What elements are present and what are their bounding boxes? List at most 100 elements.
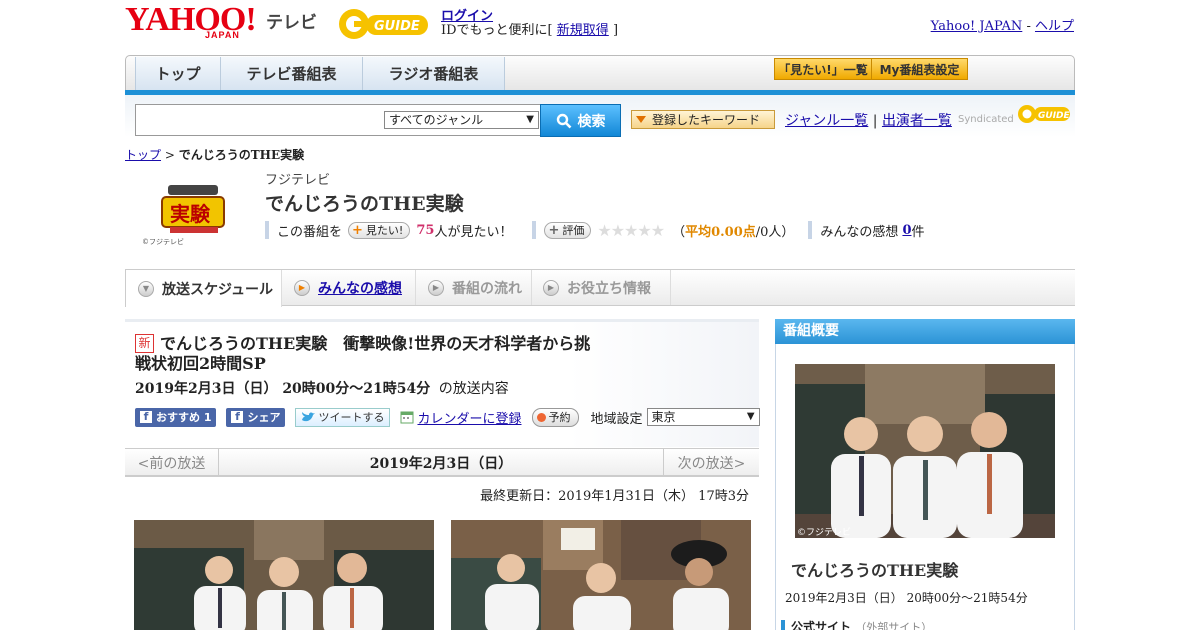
rating-count: /0人） (755, 224, 795, 240)
calendar-register-link[interactable]: カレンダーに登録 (417, 408, 521, 427)
rating-open: （ (672, 224, 686, 240)
new-badge: 新 (135, 334, 154, 353)
tab-schedule[interactable]: ▼ 放送スケジュール (125, 270, 282, 307)
login-sub-text: IDでもっと便利に[ 新規取得 ] (441, 19, 618, 38)
facebook-icon: f (140, 411, 152, 423)
plus-icon: + (548, 222, 560, 238)
top-right-links: Yahoo! JAPAN - ヘルプ (931, 15, 1074, 34)
rate-button-label: 評価 (562, 224, 585, 237)
impressions-count-link[interactable]: 0 (902, 223, 911, 238)
yahoo-logo-text: YAHOO! (125, 1, 257, 38)
gguide-logo-icon: GUIDE (339, 9, 428, 39)
program-subtabs: ▼ 放送スケジュール ▶ みんなの感想 ▶ 番組の流れ ▶ お役立ち情報 (125, 269, 1075, 307)
reserve-button[interactable]: 予約 (531, 407, 579, 427)
divider (265, 221, 269, 239)
breadcrumb: トップ > でんじろうのTHE実験 (125, 146, 304, 163)
program-logo: 実験 (140, 183, 230, 238)
signup-link[interactable]: 新規取得 (557, 23, 609, 38)
tweet-label: ツイートする (318, 411, 385, 424)
genre-select[interactable]: すべてのジャンル ▼ (384, 111, 539, 129)
calendar-register[interactable]: カレンダーに登録 (400, 408, 522, 427)
tab-useful-info-label: お役立ち情報 (567, 280, 651, 297)
search-links-separator: | (872, 113, 878, 129)
divider (808, 221, 813, 239)
side-photo (795, 364, 1055, 538)
program-logo-copyright: ©フジテレビ (142, 238, 184, 246)
gguide-logo[interactable]: GUIDE (334, 6, 434, 42)
facebook-share-label: シェア (247, 411, 281, 424)
chevron-right-icon: ▶ (428, 279, 444, 296)
help-link[interactable]: ヘルプ (1035, 19, 1074, 34)
gguide-small-logo-icon: GUIDE (1017, 105, 1071, 123)
dropdown-arrow-icon: ▼ (746, 411, 755, 422)
program-logo-caption: 実験 (170, 202, 210, 226)
prev-broadcast-button[interactable]: <前の放送 (125, 449, 219, 476)
login-sub-suffix: ] (612, 23, 619, 38)
official-site-heading: 公式サイト （外部サイト） (781, 620, 932, 630)
facebook-share-button[interactable]: f シェア (226, 407, 286, 427)
nav-tab-radio-schedule[interactable]: ラジオ番組表 (362, 57, 505, 90)
login-sub-prefix: IDでもっと便利に[ (441, 23, 553, 38)
episode-photo-2[interactable] (451, 520, 751, 630)
divider (532, 221, 537, 239)
svg-text:GUIDE: GUIDE (1038, 111, 1071, 121)
region-select[interactable]: 東京 ▼ (646, 408, 760, 426)
breadcrumb-separator: > (164, 148, 175, 162)
last-updated: 最終更新日：2019年1月31日（木） 17時3分 (480, 489, 749, 504)
want-count: 75 (416, 222, 435, 238)
search-button[interactable]: 検索 (540, 104, 621, 137)
record-icon (536, 412, 546, 422)
want-button[interactable]: + 見たい! (348, 221, 411, 239)
rate-button[interactable]: + 評価 (544, 221, 592, 239)
syndicated-label: Syndicated (958, 114, 1014, 125)
cast-list-link[interactable]: 出演者一覧 (882, 113, 952, 129)
side-program-title: でんじろうのTHE実験 (791, 561, 959, 580)
tab-flow[interactable]: ▶ 番組の流れ (415, 270, 532, 305)
official-site-label: 公式サイト (791, 620, 852, 630)
syndicated-gguide: Syndicated GUIDE (958, 103, 1072, 127)
yahoo-japan-link[interactable]: Yahoo! JAPAN (931, 19, 1023, 34)
episode-title: でんじろうのTHE実験 衝撃映像!世界の天才科学者から挑戦状初回2時間SP (135, 334, 591, 373)
program-action-bar: この番組を + 見たい! 75 人が見たい！ + 評価 ★★★★★ （ 平均0.… (265, 220, 925, 240)
rating-average: 平均0.00点 (685, 224, 756, 240)
genre-list-link[interactable]: ジャンル一覧 (785, 113, 868, 129)
registered-keyword-button[interactable]: 登録したキーワード (631, 110, 775, 129)
want-list-button[interactable]: 「見たい!」一覧 (774, 58, 872, 80)
tab-useful-info[interactable]: ▶ お役立ち情報 (531, 270, 671, 305)
yahoo-logo[interactable]: YAHOO! JAPAN (125, 1, 261, 42)
yahoo-logo-sub: JAPAN (205, 30, 240, 40)
tweet-button[interactable]: ツイートする (295, 407, 391, 427)
want-button-label: 見たい! (365, 224, 404, 237)
region-label: 地域設定 (590, 411, 643, 427)
chevron-right-icon: ▶ (543, 279, 559, 296)
episode-photo-1[interactable] (134, 520, 434, 630)
episode-photo-2-image (451, 520, 751, 630)
episode-photo-1-image (134, 520, 434, 630)
want-prefix: この番組を (277, 224, 343, 240)
plus-icon: + (352, 222, 363, 238)
want-suffix: 人が見たい！ (434, 224, 513, 240)
current-broadcast-date: 2019年2月3日（日） (369, 455, 513, 472)
side-photo-image (795, 364, 1055, 538)
dropdown-arrow-icon: ▼ (526, 114, 534, 125)
top-right-separator: - (1026, 19, 1031, 34)
region-select-value: 東京 (651, 410, 676, 424)
nav-tab-top[interactable]: トップ (135, 57, 221, 90)
date-navigation: <前の放送 2019年2月3日（日） 次の放送> (125, 448, 759, 477)
breadcrumb-top-link[interactable]: トップ (125, 148, 161, 162)
facebook-recommend-button[interactable]: f おすすめ 1 (135, 407, 217, 427)
share-row: f おすすめ 1 f シェア ツイートする カレンダーに登録 予約 地域設定 東… (135, 406, 760, 428)
tab-flow-label: 番組の流れ (452, 280, 522, 297)
my-schedule-button[interactable]: My番組表設定 (871, 58, 968, 80)
reserve-label: 予約 (548, 411, 571, 424)
episode-datetime-value: 2019年2月3日（日） 20時00分～21時54分 (135, 381, 431, 397)
tab-impressions-label: みんなの感想 (318, 280, 402, 297)
impressions-unit: 件 (911, 224, 925, 240)
chevron-right-icon: ▶ (294, 279, 310, 296)
nav-tab-tv-schedule[interactable]: テレビ番組表 (220, 57, 363, 90)
next-broadcast-button[interactable]: 次の放送> (663, 449, 759, 476)
impressions-label: みんなの感想 (820, 224, 899, 240)
official-site-note: （外部サイト） (855, 621, 933, 630)
star-rating-icon: ★★★★★ (597, 220, 665, 240)
search-links: ジャンル一覧 | 出演者一覧 (785, 110, 952, 130)
